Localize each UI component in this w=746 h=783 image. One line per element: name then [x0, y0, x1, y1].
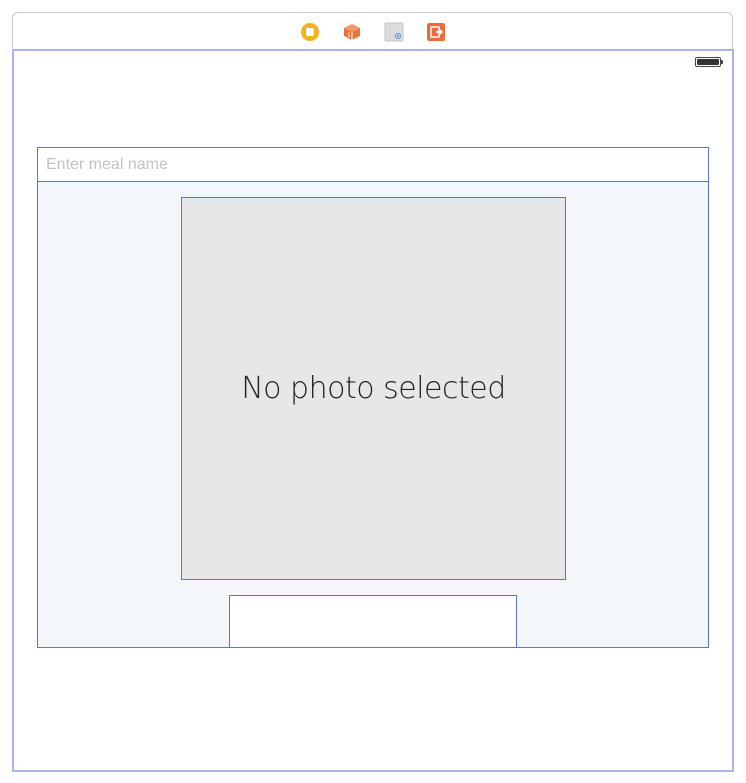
rating-control[interactable] [229, 595, 517, 647]
view-controller-icon[interactable] [300, 22, 320, 42]
svg-text:1: 1 [347, 32, 351, 39]
meal-name-field[interactable] [38, 148, 708, 182]
photo-placeholder-label: No photo selected [241, 371, 506, 406]
battery-fill [697, 59, 719, 65]
battery-icon [695, 57, 723, 67]
view-controller-canvas: No photo selected [12, 49, 734, 772]
vertical-stack-view[interactable]: No photo selected [37, 147, 709, 648]
first-responder-icon[interactable]: 1 [342, 22, 362, 42]
photo-image-view[interactable]: No photo selected [181, 197, 566, 580]
scene-dock: 1 [12, 12, 733, 49]
tap-gesture-recognizer-icon[interactable] [384, 22, 404, 42]
scene-dock-icons: 1 [13, 21, 732, 43]
exit-icon[interactable] [426, 22, 446, 42]
